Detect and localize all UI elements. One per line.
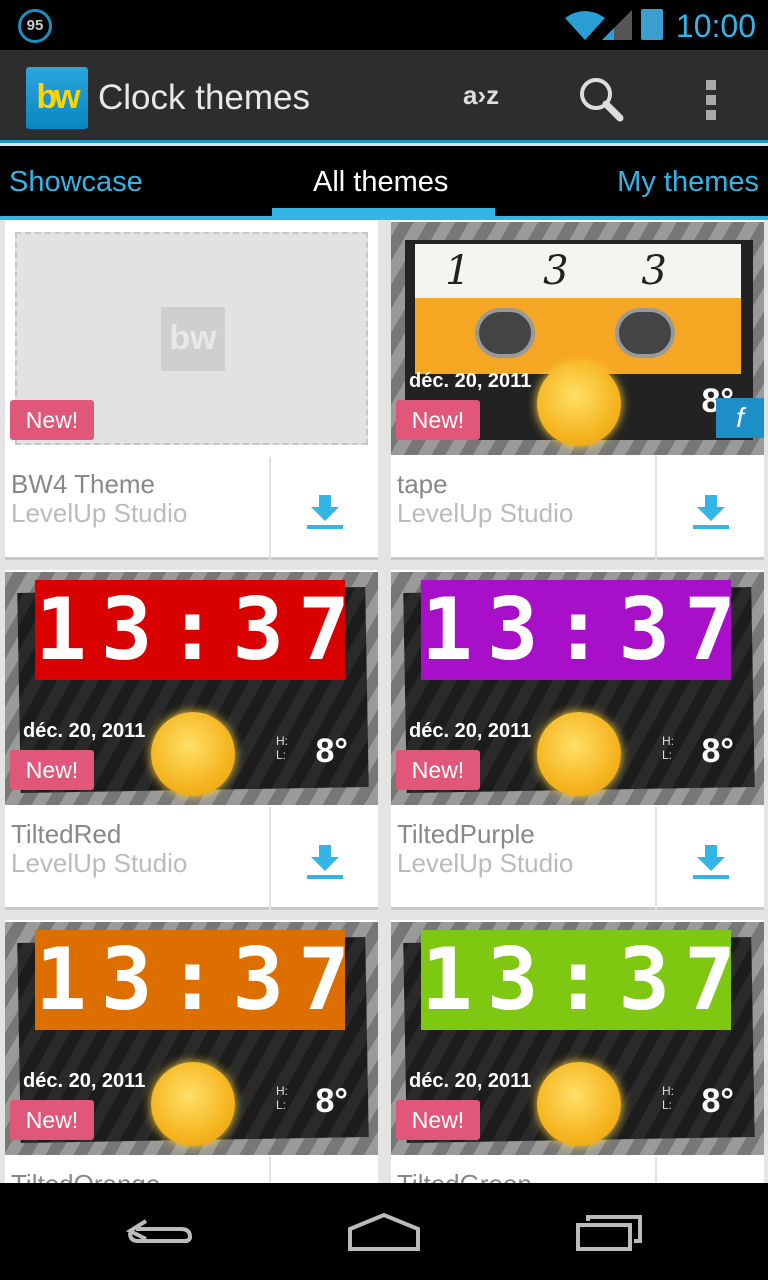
theme-card[interactable]: 13:37 déc. 20, 2011 H:L: 8° New! TiltedOrange… <box>5 920 378 1183</box>
download-button[interactable] <box>269 807 378 910</box>
date-preview: déc. 20, 2011 <box>409 370 532 392</box>
theme-card[interactable]: 13:37 déc. 20, 2011 H:L: 8° New! TiltedGreenL… <box>391 920 764 1183</box>
sun-icon <box>151 1062 235 1146</box>
theme-name: TiltedGreen <box>397 1169 532 1183</box>
action-bar: bw Clock themes a›z <box>0 50 768 143</box>
theme-info[interactable]: TiltedRed LevelUp Studio <box>5 807 378 910</box>
theme-card[interactable]: 13:37 déc. 20, 2011 H: L: 8° New! TiltedPurple… <box>391 570 764 910</box>
sun-icon <box>151 712 235 796</box>
download-icon <box>693 845 729 879</box>
tab-my-themes[interactable]: My themes <box>617 166 759 199</box>
theme-info[interactable]: TiltedGreenLevelUp Studio <box>391 1157 764 1183</box>
theme-thumbnail[interactable]: 13:37 déc. 20, 2011 H: L: 8° New! <box>5 572 378 805</box>
theme-card[interactable]: 13:37 déc. 20, 2011 H: L: 8° New! TiltedRed Lev… <box>5 570 378 910</box>
sun-icon <box>537 362 621 446</box>
new-badge: New! <box>396 750 480 790</box>
theme-name: BW4 Theme <box>11 469 156 499</box>
temperature-preview: 8° <box>315 1082 348 1120</box>
overflow-menu-icon[interactable] <box>706 80 718 125</box>
tab-bar: Showcase All themes My themes <box>0 146 768 220</box>
theme-info[interactable]: TiltedOrangeLevelUp Studio <box>5 1157 378 1183</box>
theme-author: LevelUp Studio <box>397 848 574 878</box>
date-preview: déc. 20, 2011 <box>409 720 532 742</box>
theme-thumbnail[interactable]: 13:37 déc. 20, 2011 H: L: 8° New! <box>391 922 764 1155</box>
temperature-preview: 8° <box>701 1082 734 1120</box>
placeholder-logo: bw <box>161 307 225 371</box>
theme-name: TiltedPurple <box>397 819 535 849</box>
battery-icon <box>641 9 663 40</box>
theme-name: TiltedOrange <box>11 1169 160 1183</box>
facebook-icon[interactable]: f <box>716 398 764 438</box>
search-icon[interactable] <box>578 76 624 122</box>
new-badge: New! <box>396 400 480 440</box>
clock-preview: 13:37 <box>35 930 364 1030</box>
status-bar: 95 10:00 <box>0 0 768 50</box>
download-icon <box>693 495 729 529</box>
theme-name: TiltedRed <box>11 819 122 849</box>
clock-preview: 13:37 <box>421 930 750 1030</box>
date-preview: déc. 20, 2011 <box>409 1070 532 1092</box>
theme-thumbnail[interactable]: 1 3 3 7déc. 20, 20118°fNew! <box>391 222 764 455</box>
high-low-preview: H: L: <box>276 734 288 762</box>
clock-preview: 1 3 3 7 <box>415 244 741 348</box>
download-button[interactable] <box>269 457 378 560</box>
navigation-bar <box>0 1183 768 1280</box>
new-badge: New! <box>10 750 94 790</box>
home-icon[interactable] <box>346 1211 422 1251</box>
download-icon <box>307 845 343 879</box>
new-badge: New! <box>396 1100 480 1140</box>
theme-info[interactable]: TiltedPurple LevelUp Studio <box>391 807 764 910</box>
signal-icon <box>602 10 632 40</box>
download-button[interactable] <box>269 1157 378 1183</box>
high-low-preview: H: L: <box>662 734 674 762</box>
theme-author: LevelUp Studio <box>11 848 188 878</box>
temperature-preview: 8° <box>315 732 348 770</box>
clock-preview: 13:37 <box>421 580 750 680</box>
app-logo[interactable]: bw <box>26 67 88 129</box>
temperature-preview: 8° <box>701 732 734 770</box>
active-tab-indicator <box>272 208 495 216</box>
wifi-icon <box>565 11 605 40</box>
tab-showcase[interactable]: Showcase <box>9 166 143 199</box>
app-title: Clock themes <box>98 78 311 117</box>
new-badge: New! <box>10 400 94 440</box>
new-badge: New! <box>10 1100 94 1140</box>
date-preview: déc. 20, 2011 <box>23 720 146 742</box>
download-button[interactable] <box>655 1157 764 1183</box>
high-low-preview: H: L: <box>276 1084 288 1112</box>
sun-icon <box>537 1062 621 1146</box>
theme-name: tape <box>397 469 448 499</box>
clock-preview: 13:37 <box>35 580 364 680</box>
theme-thumbnail[interactable]: 13:37 déc. 20, 2011 H: L: 8° New! <box>391 572 764 805</box>
theme-card[interactable]: 1 3 3 7déc. 20, 20118°fNew!tapeLevelUp S… <box>391 220 764 560</box>
theme-thumbnail[interactable]: bw New! <box>5 222 378 455</box>
theme-thumbnail[interactable]: 13:37 déc. 20, 2011 H: L: 8° New! <box>5 922 378 1155</box>
download-icon <box>307 495 343 529</box>
download-button[interactable] <box>655 457 764 560</box>
theme-author: LevelUp Studio <box>11 498 188 528</box>
date-preview: déc. 20, 2011 <box>23 1070 146 1092</box>
theme-info[interactable]: BW4 Theme LevelUp Studio <box>5 457 378 560</box>
tab-all-themes[interactable]: All themes <box>313 166 448 199</box>
theme-grid[interactable]: bwNew!BW4 ThemeLevelUp Studio1 3 3 7déc.… <box>0 220 768 1183</box>
clock: 10:00 <box>675 8 756 44</box>
download-button[interactable] <box>655 807 764 910</box>
sort-az-button[interactable]: a›z <box>463 80 499 111</box>
high-low-preview: H: L: <box>662 1084 674 1112</box>
recent-apps-icon[interactable] <box>574 1211 646 1253</box>
theme-card[interactable]: bw New! BW4 Theme LevelUp Studio <box>5 220 378 560</box>
theme-author: LevelUp Studio <box>397 498 574 528</box>
sun-icon <box>537 712 621 796</box>
battery-percent-indicator: 95 <box>18 9 52 43</box>
back-icon[interactable] <box>126 1211 196 1251</box>
theme-info[interactable]: tape LevelUp Studio <box>391 457 764 560</box>
